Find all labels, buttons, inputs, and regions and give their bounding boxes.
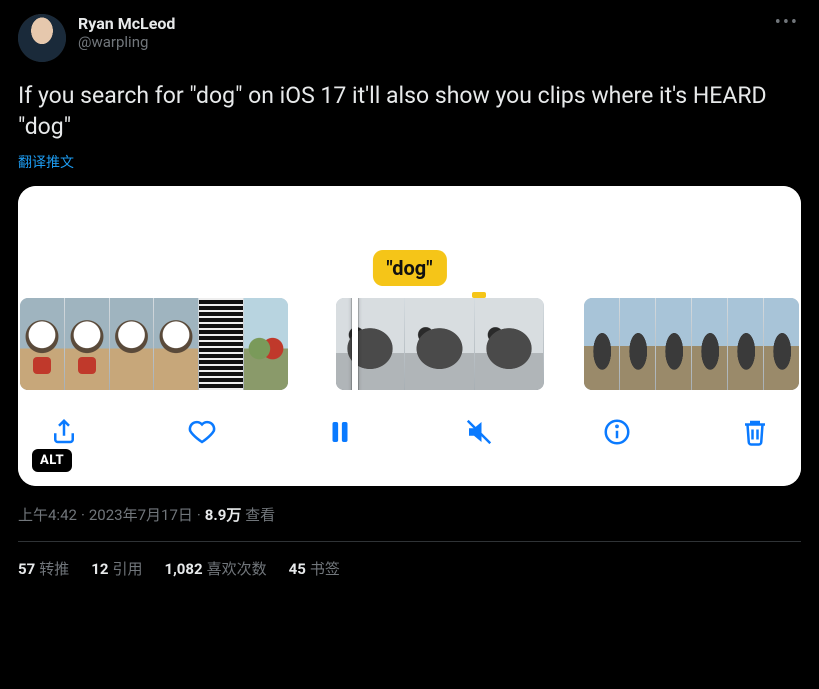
retweets-count: 57 [18, 560, 35, 578]
tweet-stats: 57转推 12引用 1,082 喜欢次数 45书签 [18, 542, 801, 579]
display-name[interactable]: Ryan McLeod [78, 14, 175, 33]
thumbnail[interactable] [154, 298, 199, 390]
bookmarks-label: 书签 [310, 560, 340, 578]
media-card: "dog" [18, 186, 801, 486]
views-label[interactable]: 查看 [245, 506, 275, 524]
clip-group-2[interactable] [336, 298, 544, 390]
avatar[interactable] [18, 14, 66, 62]
share-icon[interactable] [46, 414, 82, 450]
quotes-stat[interactable]: 12引用 [91, 558, 142, 579]
thumbnail[interactable] [584, 298, 620, 390]
clip-gap [552, 298, 576, 390]
media-header-area: "dog" [18, 186, 801, 298]
time[interactable]: 上午4:42 [18, 506, 77, 524]
clip-group-3[interactable] [584, 298, 799, 390]
quotes-count: 12 [91, 560, 108, 578]
thumbnail[interactable] [199, 298, 244, 390]
likes-label: 喜欢次数 [207, 560, 267, 578]
quotes-label: 引用 [112, 560, 142, 578]
likes-stat[interactable]: 1,082 喜欢次数 [164, 558, 266, 579]
clip-gap [296, 298, 328, 390]
more-icon[interactable]: ••• [769, 6, 805, 39]
thumbnail[interactable] [475, 298, 544, 390]
bookmarks-count: 45 [289, 560, 306, 578]
info-icon[interactable] [599, 414, 635, 450]
date[interactable]: 2023年7月17日 [89, 506, 193, 524]
thumbnail[interactable] [110, 298, 155, 390]
thumbnail[interactable] [656, 298, 692, 390]
thumbnail[interactable] [405, 298, 474, 390]
tweet-meta: 上午4:42·2023年7月17日·8.9万 查看 [18, 504, 801, 525]
bookmarks-stat[interactable]: 45书签 [289, 558, 340, 579]
media-toolbar [18, 390, 801, 486]
retweets-stat[interactable]: 57转推 [18, 558, 69, 579]
thumbnail[interactable] [692, 298, 728, 390]
thumbnail[interactable] [336, 298, 405, 390]
tweet-text: If you search for "dog" on iOS 17 it'll … [18, 80, 801, 142]
alt-badge[interactable]: ALT [32, 449, 72, 472]
translate-link[interactable]: 翻译推文 [18, 152, 801, 172]
caption-bubble: "dog" [372, 250, 446, 286]
playhead[interactable] [352, 298, 358, 390]
pause-icon[interactable] [322, 414, 358, 450]
timeline-strip[interactable] [18, 298, 801, 390]
thumbnail[interactable] [764, 298, 799, 390]
trash-icon[interactable] [737, 414, 773, 450]
tweet-header: Ryan McLeod @warpling [18, 14, 801, 62]
clip-group-1[interactable] [20, 298, 288, 390]
retweets-label: 转推 [39, 560, 69, 578]
likes-count: 1,082 [164, 560, 202, 578]
thumbnail[interactable] [244, 298, 288, 390]
views-count[interactable]: 8.9万 [205, 506, 242, 524]
mute-icon[interactable] [461, 414, 497, 450]
thumbnail[interactable] [65, 298, 110, 390]
thumbnail[interactable] [728, 298, 764, 390]
handle[interactable]: @warpling [78, 33, 175, 51]
heart-icon[interactable] [184, 414, 220, 450]
thumbnail[interactable] [620, 298, 656, 390]
author-names: Ryan McLeod @warpling [78, 14, 175, 51]
tweet: Ryan McLeod @warpling ••• If you search … [0, 0, 819, 579]
thumbnail[interactable] [20, 298, 65, 390]
